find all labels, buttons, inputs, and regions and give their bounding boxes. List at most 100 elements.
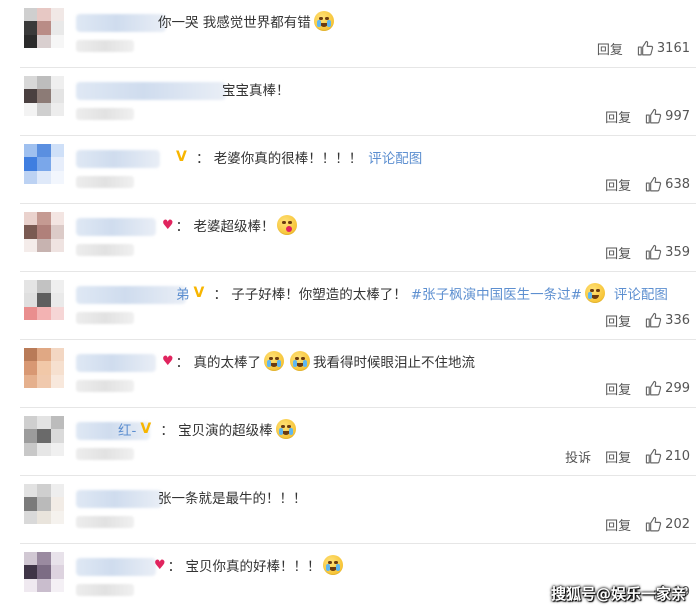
comment-text-segment: ： 子子好棒！你塑造的太棒了！ xyxy=(213,287,407,303)
comment-item: ♥： 老婆超级棒！ 回复 359 xyxy=(0,204,696,272)
reply-button[interactable]: 回复 xyxy=(605,311,631,330)
username[interactable] xyxy=(76,82,226,100)
comment-time xyxy=(76,448,134,460)
sad-emoji-icon xyxy=(584,283,605,303)
like-button[interactable]: 210 xyxy=(645,448,690,465)
avatar[interactable] xyxy=(24,144,64,184)
like-button[interactable]: 997 xyxy=(645,108,690,125)
username[interactable] xyxy=(76,558,156,576)
avatar[interactable] xyxy=(24,212,64,252)
comment-actions: 回复 997 xyxy=(591,106,690,126)
username[interactable] xyxy=(76,490,162,508)
thumbs-up-icon xyxy=(645,244,665,261)
comment-text-segment: 宝宝真棒！ xyxy=(222,83,290,99)
reply-button[interactable]: 回复 xyxy=(605,447,631,466)
avatar[interactable] xyxy=(24,484,64,524)
comment-actions: 回复 3161 xyxy=(583,38,690,58)
comment-time xyxy=(76,584,134,596)
thumbs-up-icon xyxy=(645,108,665,125)
comment-actions: 回复 359 xyxy=(591,242,690,262)
comment-time xyxy=(76,108,134,120)
like-count: 299 xyxy=(665,380,690,396)
username-fragment[interactable]: 弟 xyxy=(176,283,190,303)
avatar[interactable] xyxy=(24,348,64,388)
username-fragment[interactable]: 红- xyxy=(118,419,136,439)
reply-button[interactable]: 回复 xyxy=(597,39,623,58)
thumbs-up-icon xyxy=(637,40,657,57)
like-count: 638 xyxy=(665,176,690,192)
comment-text-segment: ： 宝贝你真的好棒！！！ xyxy=(167,559,321,575)
comment-time xyxy=(76,312,134,324)
like-count: 202 xyxy=(665,516,690,532)
reply-button[interactable]: 回复 xyxy=(605,243,631,262)
comment-actions: 回复 336 xyxy=(591,310,690,330)
comment-text-segment: 我看得时候眼泪止不住地流 xyxy=(312,355,475,371)
username[interactable] xyxy=(76,286,186,304)
comment-text: ♥： 真的太棒了 我看得时候眼泪止不住地流 xyxy=(162,350,475,372)
crying-emoji-icon xyxy=(263,351,284,371)
comment-actions: 回复 638 xyxy=(591,174,690,194)
heart-icon: ♥ xyxy=(154,557,166,573)
comment-image-link[interactable]: 评论配图 xyxy=(614,283,668,303)
like-count: 997 xyxy=(665,108,690,124)
like-button[interactable]: 299 xyxy=(645,380,690,397)
verified-v-icon: V xyxy=(193,285,205,301)
comment-text-segment: ： 宝贝演的超级棒 xyxy=(160,423,273,439)
like-button[interactable]: 3161 xyxy=(637,40,690,57)
crying-emoji-icon xyxy=(289,351,310,371)
username[interactable] xyxy=(76,218,156,236)
thumbs-up-icon xyxy=(645,312,665,329)
comment-image-link[interactable]: 评论配图 xyxy=(368,147,422,167)
username[interactable] xyxy=(76,150,160,168)
crying-emoji-icon xyxy=(323,555,344,575)
comment-text: V ： 老婆你真的很棒！！！！ 评论配图 xyxy=(176,146,422,168)
like-button[interactable]: 202 xyxy=(645,516,690,533)
reply-button[interactable]: 回复 xyxy=(605,379,631,398)
like-count: 210 xyxy=(665,448,690,464)
comment-actions: 投诉 回复 210 xyxy=(551,446,690,466)
reply-button[interactable]: 回复 xyxy=(605,515,631,534)
love-emoji-icon xyxy=(277,215,298,235)
comment-text: 宝宝真棒！ xyxy=(222,78,290,100)
comment-time xyxy=(76,380,134,392)
avatar[interactable] xyxy=(24,76,64,116)
verified-v-icon: V xyxy=(140,421,152,437)
like-button[interactable]: 336 xyxy=(645,312,690,329)
comment-actions: 回复 202 xyxy=(591,514,690,534)
report-button[interactable]: 投诉 xyxy=(565,447,591,466)
avatar[interactable] xyxy=(24,416,64,456)
thumbs-up-icon xyxy=(645,380,665,397)
reply-button[interactable]: 回复 xyxy=(605,107,631,126)
like-count: 359 xyxy=(665,244,690,260)
comment-item: ♥： 真的太棒了 我看得时候眼泪止不住地流回复 299 xyxy=(0,340,696,408)
avatar[interactable] xyxy=(24,552,64,592)
reply-button[interactable]: 回复 xyxy=(605,175,631,194)
thumbs-up-icon xyxy=(645,516,665,533)
comment-text-segment: ： 老婆你真的很棒！！！！ xyxy=(196,151,363,167)
avatar[interactable] xyxy=(24,280,64,320)
comment-text: 弟 V ： 子子好棒！你塑造的太棒了！ #张子枫演中国医生一条过# 评论配图 xyxy=(176,282,668,304)
comment-text-segment: ： 老婆超级棒！ xyxy=(175,219,275,235)
heart-icon: ♥ xyxy=(162,217,174,233)
crying-emoji-icon xyxy=(313,11,334,31)
comment-item: 宝宝真棒！ 回复 997 xyxy=(0,68,696,136)
avatar[interactable] xyxy=(24,8,64,48)
like-button[interactable]: 638 xyxy=(645,176,690,193)
username[interactable] xyxy=(76,354,156,372)
hashtag-link[interactable]: #张子枫演中国医生一条过# xyxy=(411,283,582,303)
username[interactable] xyxy=(76,14,166,32)
comment-text: ♥： 宝贝你真的好棒！！！ xyxy=(154,554,346,576)
comment-time xyxy=(76,40,134,52)
like-button[interactable]: 359 xyxy=(645,244,690,261)
heart-icon: ♥ xyxy=(162,353,174,369)
comment-time xyxy=(76,244,134,256)
comment-text-segment: 你一哭 我感觉世界都有错 xyxy=(158,15,311,31)
comment-item: 张一条就是最牛的！！！ 回复 202 xyxy=(0,476,696,544)
comment-text-segment: 张一条就是最牛的！！！ xyxy=(158,491,307,507)
crying-emoji-icon xyxy=(275,419,296,439)
like-count: 3161 xyxy=(656,40,690,56)
comment-text: 张一条就是最牛的！！！ xyxy=(158,486,307,508)
comment-item: 你一哭 我感觉世界都有错回复 3161 xyxy=(0,0,696,68)
thumbs-up-icon xyxy=(645,448,665,465)
verified-v-icon: V xyxy=(176,149,187,165)
